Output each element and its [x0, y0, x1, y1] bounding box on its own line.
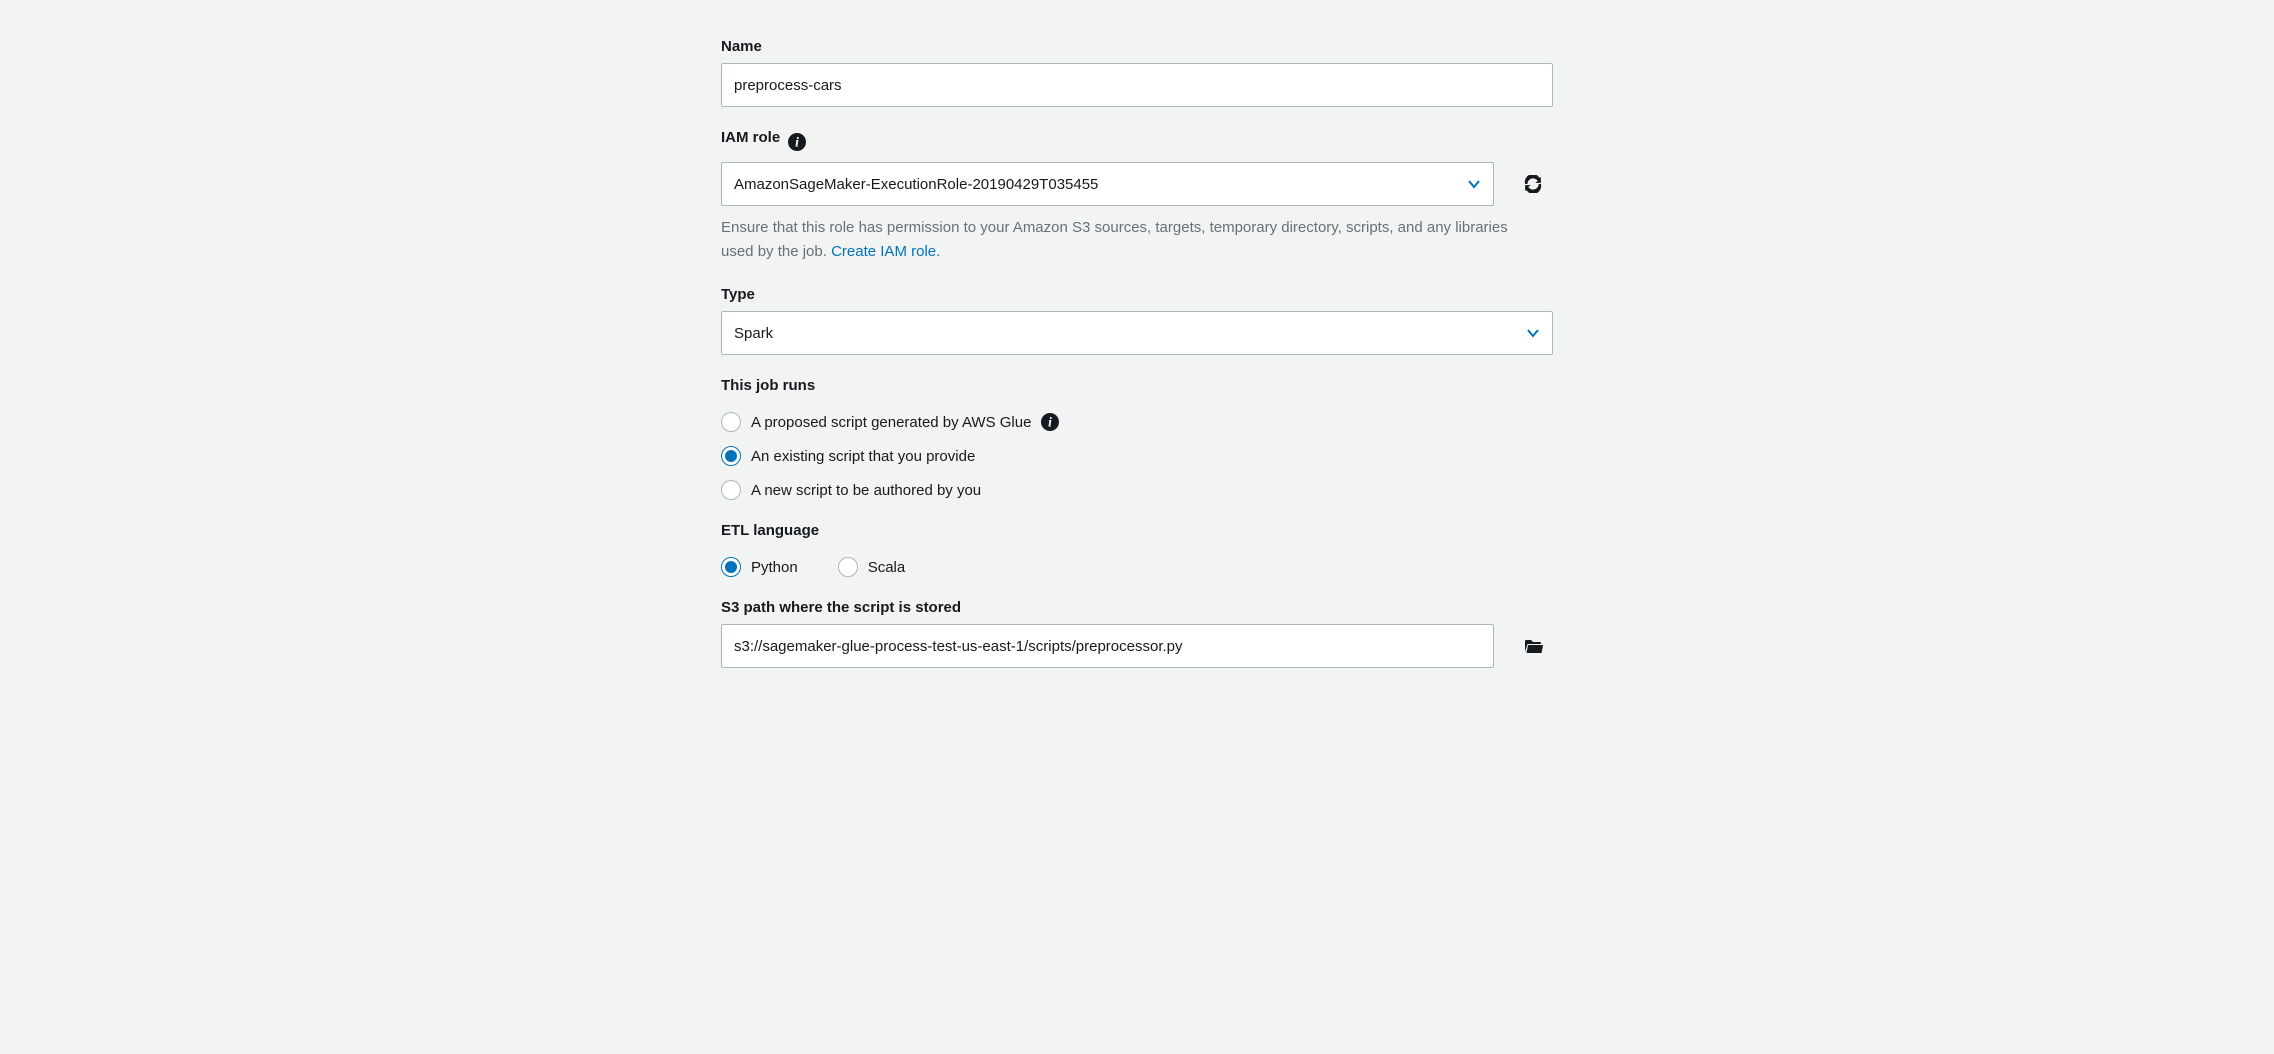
etl-language-group: ETL language Python Scala [721, 522, 1553, 577]
name-group: Name [721, 38, 1553, 107]
chevron-down-icon [1467, 177, 1481, 191]
etl-option-python[interactable]: Python [721, 557, 798, 577]
job-runs-label: This job runs [721, 377, 815, 394]
radio-label: A new script to be authored by you [751, 482, 981, 499]
radio-unchecked [721, 412, 741, 432]
radio-label: Scala [868, 559, 906, 576]
svg-text:i: i [1049, 415, 1053, 430]
name-label: Name [721, 38, 762, 55]
radio-checked [721, 446, 741, 466]
job-runs-option-existing[interactable]: An existing script that you provide [721, 446, 1553, 466]
s3-path-input[interactable] [721, 624, 1494, 668]
etl-language-label: ETL language [721, 522, 819, 539]
name-input[interactable] [721, 63, 1553, 107]
refresh-icon [1524, 175, 1542, 193]
iam-role-help: Ensure that this role has permission to … [721, 216, 1541, 264]
type-select[interactable]: Spark [721, 311, 1553, 355]
radio-label: An existing script that you provide [751, 448, 975, 465]
job-runs-group: This job runs A proposed script generate… [721, 377, 1553, 500]
iam-role-group: IAM role i AmazonSageMaker-ExecutionRole… [721, 129, 1553, 264]
create-iam-role-link[interactable]: Create IAM role. [831, 243, 940, 260]
radio-checked [721, 557, 741, 577]
job-runs-option-new[interactable]: A new script to be authored by you [721, 480, 1553, 500]
page-title: Configure the job properties [721, 0, 1553, 8]
s3-path-group: S3 path where the script is stored [721, 599, 1553, 668]
etl-option-scala[interactable]: Scala [838, 557, 906, 577]
radio-label: Python [751, 559, 798, 576]
radio-unchecked [838, 557, 858, 577]
type-label: Type [721, 286, 755, 303]
s3-path-label: S3 path where the script is stored [721, 599, 961, 616]
chevron-down-icon [1526, 326, 1540, 340]
type-selected: Spark [734, 325, 773, 342]
iam-role-label: IAM role [721, 129, 780, 146]
iam-role-selected: AmazonSageMaker-ExecutionRole-20190429T0… [734, 176, 1098, 193]
info-icon[interactable]: i [1041, 413, 1059, 431]
folder-open-icon [1524, 637, 1544, 655]
svg-text:i: i [795, 134, 799, 149]
refresh-button[interactable] [1520, 171, 1546, 197]
iam-role-select[interactable]: AmazonSageMaker-ExecutionRole-20190429T0… [721, 162, 1494, 206]
radio-label: A proposed script generated by AWS Glue [751, 414, 1031, 431]
job-runs-radio-group: A proposed script generated by AWS Glue … [721, 412, 1553, 500]
browse-button[interactable] [1520, 633, 1548, 659]
etl-language-radio-group: Python Scala [721, 557, 1553, 577]
info-icon[interactable]: i [788, 133, 806, 151]
radio-unchecked [721, 480, 741, 500]
job-runs-option-proposed[interactable]: A proposed script generated by AWS Glue … [721, 412, 1553, 432]
type-group: Type Spark [721, 286, 1553, 355]
